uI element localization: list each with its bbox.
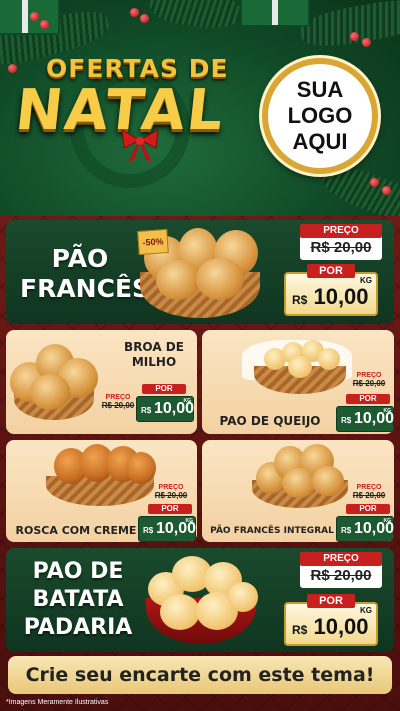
- sale-price-box: POR R$ 10,00 KG: [284, 264, 378, 316]
- product-card-pao-frances[interactable]: PÃO FRANCÊS PREÇO R$ 20,00 POR R$ 10,00 …: [6, 220, 394, 324]
- preco-label: PREÇO: [356, 372, 382, 379]
- currency: R$: [143, 526, 154, 535]
- por-label: POR: [307, 594, 355, 608]
- christmas-offers-title: OFERTAS DE NATAL: [8, 48, 258, 188]
- preco-label: PREÇO: [356, 484, 382, 491]
- product-card-pao-frances-integral[interactable]: PREÇO R$ 20,00 PÃO FRANCÊS INTEGRAL POR …: [202, 440, 394, 542]
- preco-label: PREÇO: [158, 484, 184, 491]
- holly-berry-icon: [130, 8, 139, 17]
- holly-berry-icon: [30, 12, 39, 21]
- old-price: R$ 20,00: [352, 491, 386, 500]
- original-price-tag: PREÇO R$ 20,00: [300, 552, 382, 588]
- sale-price: R$ 10,00: [292, 284, 369, 310]
- sale-price-box: R$ 10,00 KG: [136, 396, 194, 422]
- product-name: PÃO FRANCÊS: [20, 244, 151, 304]
- logo-text-line: AQUI: [292, 129, 348, 154]
- logo-text-line: LOGO: [287, 103, 353, 128]
- product-name: ROSCA COM CREME: [15, 524, 137, 537]
- original-price-tag: PREÇO R$ 20,00: [348, 372, 390, 388]
- price-value: 10,00: [313, 284, 369, 309]
- product-card-broa-de-milho[interactable]: BROA DE MILHO PREÇO R$ 20,00 POR R$ 10,0…: [6, 330, 197, 434]
- preco-label: PREÇO: [300, 224, 382, 238]
- discount-badge: -50%: [137, 228, 169, 256]
- preco-label: PREÇO: [300, 552, 382, 566]
- original-price-tag: PREÇO R$ 20,00: [100, 394, 136, 410]
- currency: R$: [292, 623, 308, 637]
- product-name-line: BATATA: [32, 587, 124, 612]
- gift-box-icon: [240, 0, 310, 27]
- product-name-line: PADARIA: [23, 615, 133, 640]
- product-card-rosca-com-creme[interactable]: PREÇO R$ 20,00 ROSCA COM CREME POR R$ 10…: [6, 440, 197, 542]
- old-price: R$ 20,00: [310, 567, 372, 584]
- holly-berry-icon: [370, 178, 379, 187]
- store-logo-placeholder[interactable]: SUA LOGO AQUI: [262, 58, 378, 174]
- preco-label: PREÇO: [105, 394, 131, 401]
- por-label: POR: [346, 504, 390, 514]
- sale-price-box: R$ 10,00 KG: [138, 516, 196, 542]
- sale-price-box: R$ 10,00 KG: [336, 516, 394, 542]
- holly-berry-icon: [140, 14, 149, 23]
- por-label: POR: [142, 384, 186, 394]
- old-price: R$ 20,00: [352, 379, 386, 388]
- pine-branch-icon: [297, 0, 400, 53]
- product-name: BROA DE MILHO: [114, 340, 194, 370]
- old-price: R$ 20,00: [154, 491, 188, 500]
- sale-price-box: R$ 10,00 KG: [336, 406, 394, 432]
- original-price-tag: PREÇO R$ 20,00: [300, 224, 382, 260]
- currency: R$: [341, 416, 352, 425]
- header-banner: OFERTAS DE NATAL SUA LOGO AQUI: [0, 0, 400, 216]
- currency: R$: [341, 526, 352, 535]
- product-name-line: PAO DE: [32, 559, 124, 584]
- old-price: R$ 20,00: [101, 401, 135, 410]
- currency: R$: [141, 406, 152, 415]
- product-name-line: BROA DE: [124, 340, 184, 354]
- por-label: POR: [307, 264, 355, 278]
- unit-label: KG: [183, 398, 192, 404]
- sale-price: R$ 10,00: [292, 614, 369, 640]
- product-name: PÃO FRANCÊS INTEGRAL: [210, 526, 334, 536]
- product-card-pao-de-queijo[interactable]: PREÇO R$ 20,00 PAO DE QUEIJO POR R$ 10,0…: [202, 330, 394, 434]
- logo-text-line: SUA: [296, 77, 344, 102]
- create-flyer-cta-button[interactable]: Crie seu encarte com este tema!: [8, 656, 392, 694]
- pine-branch-icon: [147, 0, 243, 33]
- unit-label: KG: [383, 518, 392, 524]
- red-bow-icon: [121, 129, 159, 162]
- product-name-line: FRANCÊS: [20, 274, 151, 303]
- disclaimer-footnote: *Imagens Meramente Ilustrativas: [6, 699, 109, 706]
- por-label: POR: [346, 394, 390, 404]
- unit-label: KG: [360, 276, 372, 285]
- original-price-tag: PREÇO R$ 20,00: [348, 484, 390, 500]
- holly-berry-icon: [350, 32, 359, 41]
- holly-berry-icon: [40, 20, 49, 29]
- currency: R$: [292, 293, 308, 307]
- old-price: R$ 20,00: [310, 239, 372, 256]
- original-price-tag: PREÇO R$ 20,00: [150, 484, 192, 500]
- product-name-line: MILHO: [131, 355, 177, 369]
- sale-price-box: POR R$ 10,00 KG: [284, 594, 378, 646]
- product-name: PAO DE QUEIJO: [219, 414, 321, 428]
- product-card-pao-de-batata[interactable]: PAO DE BATATA PADARIA PREÇO R$ 20,00 POR…: [6, 548, 394, 652]
- unit-label: KG: [383, 408, 392, 414]
- por-label: POR: [148, 504, 192, 514]
- holly-berry-icon: [382, 186, 391, 195]
- product-name: PAO DE BATATA PADARIA: [16, 558, 140, 642]
- price-value: 10,00: [313, 614, 369, 639]
- holly-berry-icon: [362, 38, 371, 47]
- product-name-line: PÃO: [51, 244, 109, 273]
- unit-label: KG: [185, 518, 194, 524]
- unit-label: KG: [360, 606, 372, 615]
